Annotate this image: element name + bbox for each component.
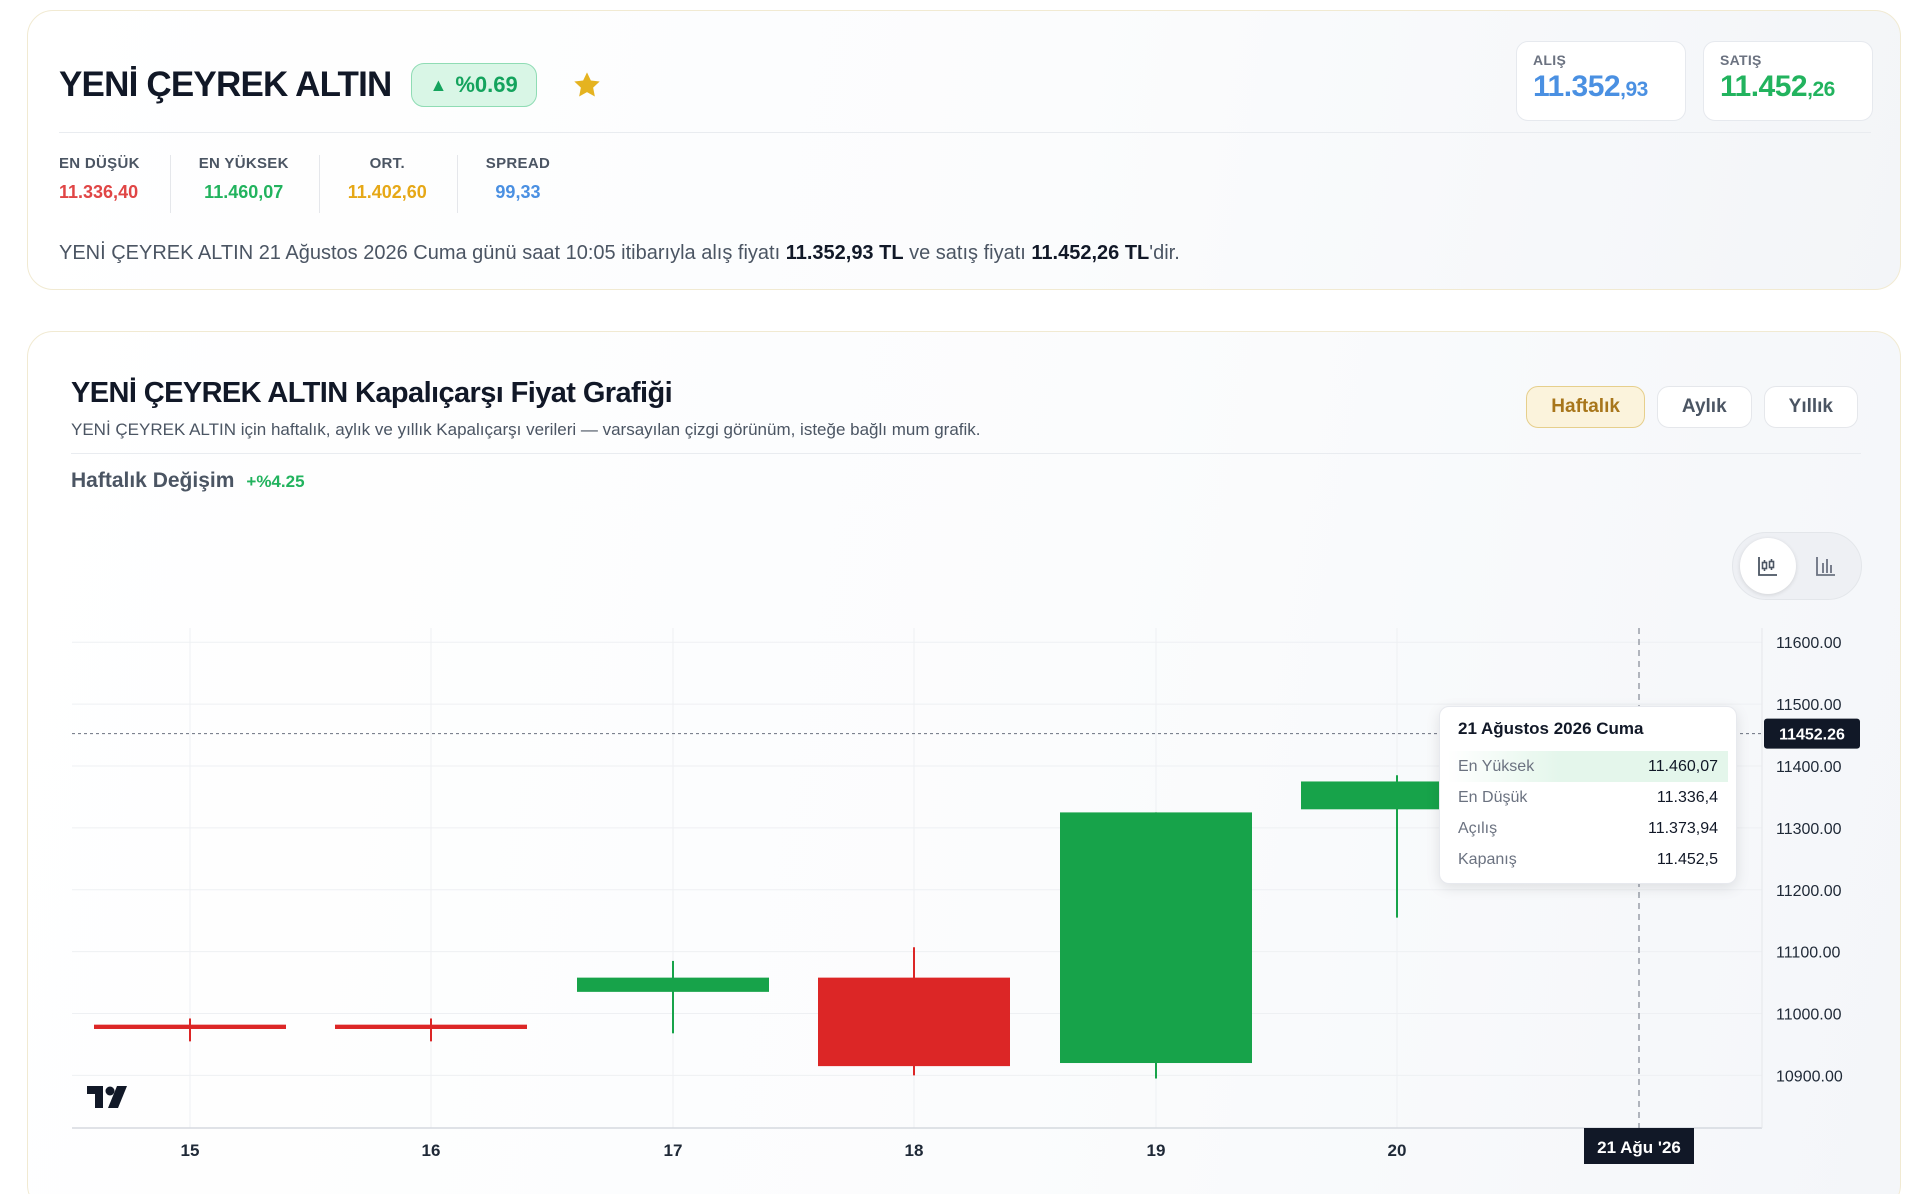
sell-label: SATIŞ xyxy=(1720,52,1762,68)
tooltip-row-open: Açılış 11.373,94 xyxy=(1458,819,1718,837)
stat-spread: SPREAD 99,33 xyxy=(485,155,551,202)
tab-yearly[interactable]: Yıllık xyxy=(1763,386,1858,428)
buy-price-box: ALIŞ 11.352,93 xyxy=(1516,41,1686,121)
buy-price: 11.352,93 xyxy=(1533,70,1648,103)
up-arrow-icon: ▲ xyxy=(429,74,448,95)
chart-type-toggle xyxy=(1732,532,1862,600)
stat-low: EN DÜŞÜK 11.336,40 xyxy=(59,155,171,213)
tooltip-row-close: Kapanış 11.452,5 xyxy=(1458,850,1718,868)
sell-price-box: SATIŞ 11.452,26 xyxy=(1703,41,1873,121)
tab-monthly[interactable]: Aylık xyxy=(1656,386,1752,428)
sell-price: 11.452,26 xyxy=(1720,70,1835,103)
stats-row: EN DÜŞÜK 11.336,40 EN YÜKSEK 11.460,07 O… xyxy=(59,155,608,213)
tooltip-row-low: En Düşük 11.336,4 xyxy=(1458,788,1718,806)
range-tabs: Haftalık Aylık Yıllık xyxy=(1526,386,1858,428)
divider xyxy=(59,132,1871,133)
tab-weekly[interactable]: Haftalık xyxy=(1526,386,1645,428)
chart-subtitle: YENİ ÇEYREK ALTIN için haftalık, aylık v… xyxy=(71,420,981,439)
divider xyxy=(71,453,1861,454)
weekly-change: Haftalık Değişim +%4.25 xyxy=(71,469,305,493)
change-badge: ▲ %0.69 xyxy=(410,63,537,107)
stat-high: EN YÜKSEK 11.460,07 xyxy=(199,155,320,213)
buy-label: ALIŞ xyxy=(1533,52,1567,68)
title-row: YENİ ÇEYREK ALTIN ▲ %0.69 xyxy=(59,63,603,107)
candlestick-icon xyxy=(1758,557,1777,576)
candlestick-view-button[interactable] xyxy=(1740,538,1796,594)
candle-tooltip: 21 Ağustos 2026 Cuma En Yüksek 11.460,07 … xyxy=(1439,706,1737,884)
tooltip-date: 21 Ağustos 2026 Cuma xyxy=(1458,719,1644,738)
asset-title: YENİ ÇEYREK ALTIN xyxy=(59,65,392,104)
tooltip-row-high: En Yüksek 11.460,07 xyxy=(1448,751,1728,782)
chart-title: YENİ ÇEYREK ALTIN Kapalıçarşı Fiyat Graf… xyxy=(71,377,673,409)
bar-view-button[interactable] xyxy=(1798,538,1854,594)
bar-chart-icon xyxy=(1816,557,1835,576)
weekly-change-value: +%4.25 xyxy=(246,472,305,491)
price-summary-card: YENİ ÇEYREK ALTIN ▲ %0.69 ALIŞ 11.352,93… xyxy=(27,10,1901,290)
weekly-change-label: Haftalık Değişim xyxy=(71,469,235,492)
tradingview-logo-icon xyxy=(87,1086,127,1108)
price-summary-text: YENİ ÇEYREK ALTIN 21 Ağustos 2026 Cuma g… xyxy=(59,242,1180,264)
stat-average: ORT. 11.402,60 xyxy=(348,155,458,213)
change-value: %0.69 xyxy=(455,72,518,97)
star-icon[interactable] xyxy=(571,69,603,101)
